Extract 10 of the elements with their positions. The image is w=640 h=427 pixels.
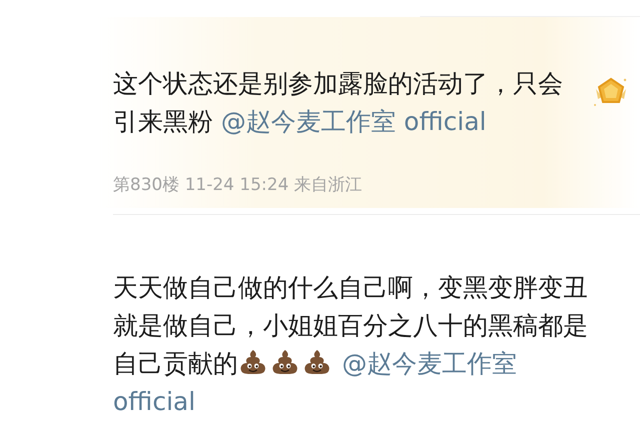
mention-link[interactable]: official: [404, 107, 486, 137]
comment-meta: 第830楼 11-24 15:24 来自浙江: [113, 174, 362, 196]
comment-text: 天天做自己做的什么自己啊，变黑变胖变丑就是做自己，小姐姐百分之八十的黑稿都是自己贡献的 @赵今麦工作室 official: [113, 272, 589, 419]
poop-emoji-icon: [302, 349, 332, 375]
poop-emoji-icon: [270, 349, 300, 375]
mention-link[interactable]: official: [113, 387, 196, 417]
poop-emoji-icon: [238, 349, 268, 375]
comment-text: 这个状态还是别参加露脸的活动了，只会引来黑粉 @赵今麦工作室 official: [113, 68, 564, 139]
mention-link[interactable]: @赵今麦工作室: [220, 107, 396, 137]
mention-link[interactable]: @赵今麦工作室: [342, 349, 517, 379]
